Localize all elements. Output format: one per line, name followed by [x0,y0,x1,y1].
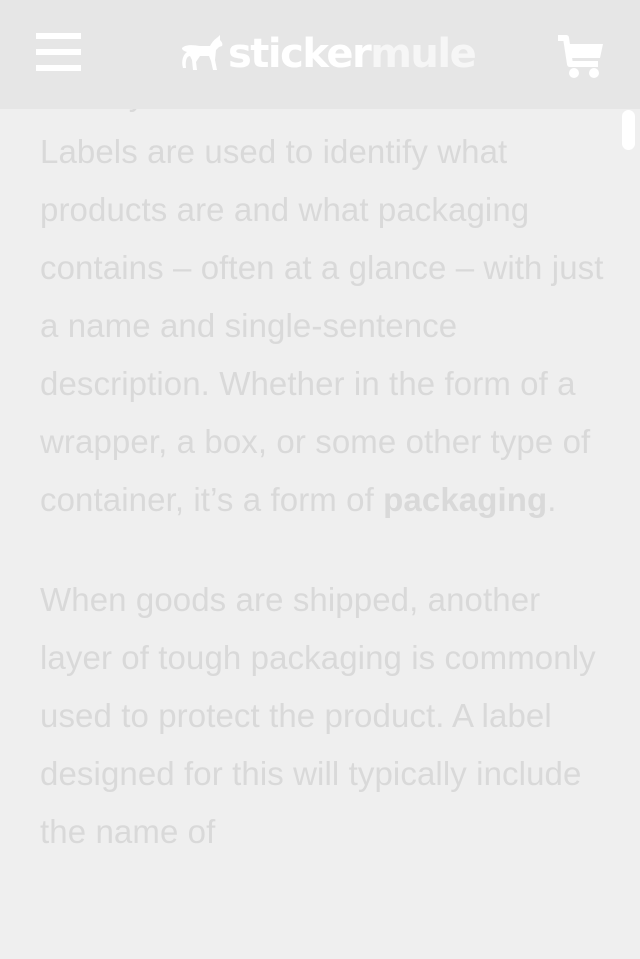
logo-word-mule: mule [370,31,477,77]
article-body: identity! Labels are used to identify wh… [40,65,610,903]
scrollbar-thumb[interactable] [622,110,635,150]
paragraph-shipping: When goods are shipped, another layer of… [40,581,596,850]
cart-button[interactable] [556,34,606,80]
paragraph-labels-end: . [547,481,557,518]
paragraph-labels: Labels are used to identify what product… [40,123,610,529]
menu-button[interactable] [36,33,82,73]
site-logo[interactable]: stickermule [180,26,477,82]
hamburger-menu-icon [36,65,81,71]
logo-word-sticker: sticker [228,31,372,77]
paragraph-labels-text: Labels are used to identify what product… [40,133,604,518]
shopping-cart-icon [558,35,603,78]
top-navigation-bar: stickermule [0,0,640,109]
logo-wordmark: stickermule [228,31,477,77]
mule-logo-icon [182,35,223,70]
hamburger-menu-icon [36,33,81,39]
page-viewport: identity! Labels are used to identify wh… [0,0,640,959]
hamburger-menu-icon [36,49,81,55]
packaging-link[interactable]: packaging [383,481,547,518]
